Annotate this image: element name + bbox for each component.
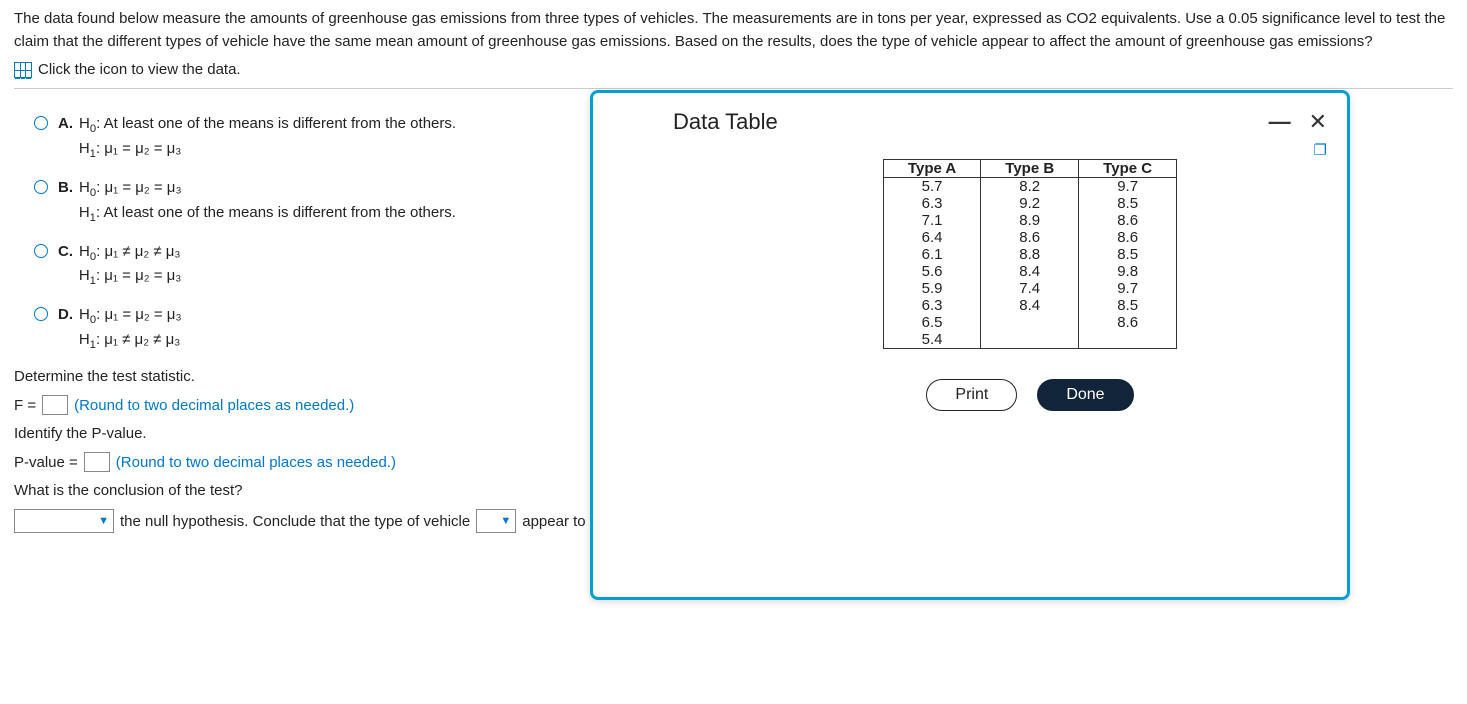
- chevron-down-icon: ▼: [98, 515, 109, 527]
- done-button[interactable]: Done: [1037, 379, 1133, 411]
- option-c: C.H0: μ₁ ≠ μ₂ ≠ μ₃ H1: μ₁ = μ₂ = μ₃: [58, 241, 181, 291]
- conclusion-select-1[interactable]: ▼: [14, 509, 114, 533]
- minimize-icon[interactable]: —: [1269, 109, 1291, 135]
- f-label: F =: [14, 397, 36, 414]
- chevron-down-icon: ▼: [500, 515, 511, 527]
- table-row: 6.58.6: [883, 314, 1176, 331]
- dialog-title: Data Table: [673, 109, 778, 135]
- table-header: Type B: [981, 160, 1079, 178]
- table-row: 5.4: [883, 331, 1176, 349]
- table-row: 7.18.98.6: [883, 212, 1176, 229]
- radio-c[interactable]: [34, 244, 48, 258]
- table-row: 5.97.49.7: [883, 280, 1176, 297]
- table-row: 5.78.29.7: [883, 178, 1176, 196]
- data-table-dialog: Data Table — ✕ ❐ Type AType BType C 5.78…: [590, 90, 1350, 600]
- data-table: Type AType BType C 5.78.29.76.39.28.57.1…: [883, 159, 1177, 349]
- radio-a[interactable]: [34, 116, 48, 130]
- p-input[interactable]: [84, 452, 110, 472]
- option-a: A.H0: At least one of the means is diffe…: [58, 113, 456, 163]
- p-label: P-value =: [14, 454, 78, 471]
- print-button[interactable]: Print: [926, 379, 1017, 411]
- option-b: B.H0: μ₁ = μ₂ = μ₃ H1: At least one of t…: [58, 177, 456, 227]
- conclusion-text-1: the null hypothesis. Conclude that the t…: [120, 513, 470, 530]
- view-data-link[interactable]: Click the icon to view the data.: [14, 61, 1453, 78]
- view-data-label: Click the icon to view the data.: [38, 61, 241, 78]
- copy-icon[interactable]: ❐: [1314, 141, 1327, 159]
- f-input[interactable]: [42, 395, 68, 415]
- f-round-hint: (Round to two decimal places as needed.): [74, 397, 354, 414]
- table-icon: [14, 62, 32, 78]
- table-row: 5.68.49.8: [883, 263, 1176, 280]
- table-row: 6.48.68.6: [883, 229, 1176, 246]
- table-row: 6.39.28.5: [883, 195, 1176, 212]
- close-icon[interactable]: ✕: [1309, 109, 1327, 135]
- divider: [14, 88, 1453, 89]
- table-header: Type C: [1079, 160, 1177, 178]
- radio-b[interactable]: [34, 180, 48, 194]
- table-row: 6.18.88.5: [883, 246, 1176, 263]
- problem-statement: The data found below measure the amounts…: [14, 8, 1453, 53]
- radio-d[interactable]: [34, 307, 48, 321]
- table-header: Type A: [883, 160, 980, 178]
- conclusion-select-2[interactable]: ▼: [476, 509, 516, 533]
- option-d: D.H0: μ₁ = μ₂ = μ₃ H1: μ₁ ≠ μ₂ ≠ μ₃: [58, 304, 182, 354]
- p-round-hint: (Round to two decimal places as needed.): [116, 454, 396, 471]
- table-row: 6.38.48.5: [883, 297, 1176, 314]
